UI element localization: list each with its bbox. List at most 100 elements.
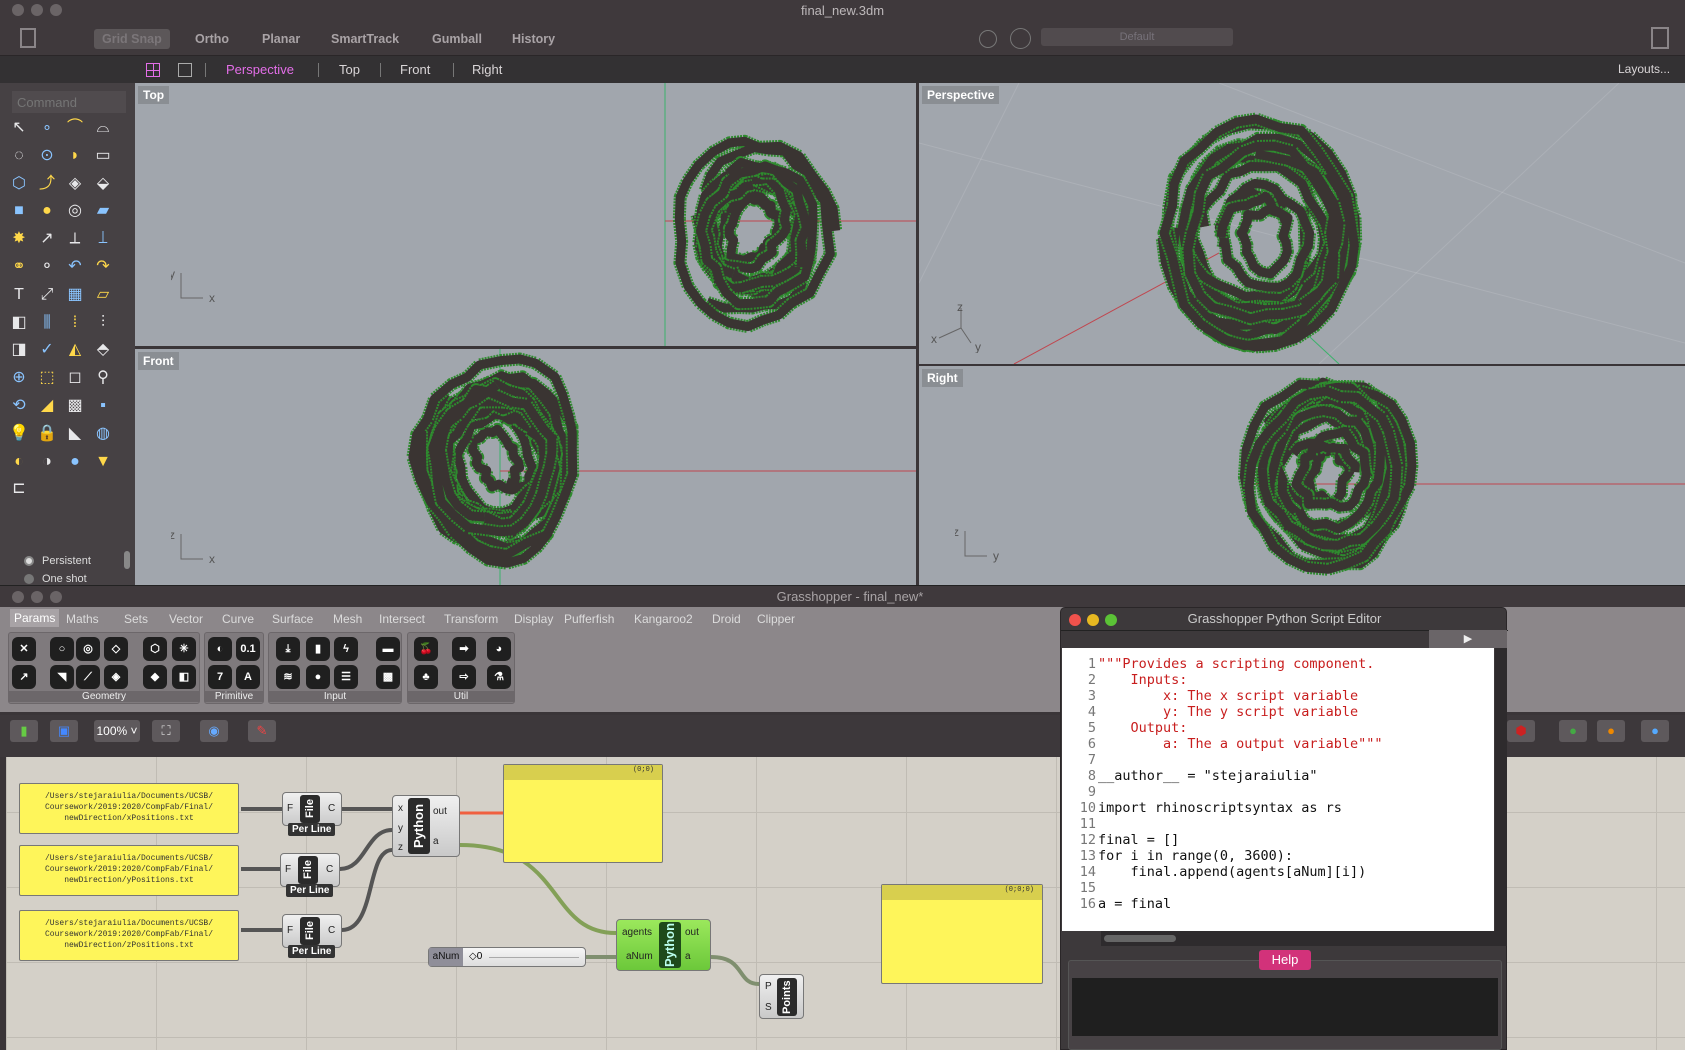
tool-icon[interactable]: ⌓ — [92, 117, 114, 139]
component-icon[interactable]: ▩ — [376, 665, 400, 689]
component-icon[interactable]: 7 — [208, 665, 232, 689]
output-out[interactable]: out — [433, 806, 447, 817]
sidebar-scrollbar[interactable] — [124, 551, 130, 569]
component-icon[interactable]: ◈ — [104, 665, 128, 689]
tool-icon[interactable]: ◻ — [64, 367, 86, 389]
output-a[interactable]: a — [433, 836, 439, 847]
component-icon[interactable]: ≋ — [276, 665, 300, 689]
preview-green-icon[interactable]: ● — [1559, 720, 1587, 742]
component-icon[interactable]: ◇ — [104, 637, 128, 661]
viewport-right[interactable]: Right zy — [919, 366, 1685, 585]
component-icon[interactable]: ϟ — [334, 637, 358, 661]
component-icon[interactable]: A — [236, 665, 260, 689]
component-icon[interactable]: ⇨ — [452, 665, 476, 689]
tool-icon[interactable]: ▱ — [92, 284, 114, 306]
tool-icon[interactable]: ⁞ — [64, 312, 86, 334]
component-icon[interactable]: ♣ — [414, 665, 438, 689]
number-slider[interactable]: aNum ◇0 — [428, 947, 586, 967]
output-out[interactable]: out — [685, 927, 699, 938]
component-icon[interactable]: ✕ — [12, 637, 36, 661]
tool-icon[interactable]: ◎ — [64, 200, 86, 222]
gh-tab-droid[interactable]: Droid — [712, 612, 741, 626]
component-icon[interactable]: ⤓ — [276, 637, 300, 661]
tool-icon[interactable]: ◧ — [8, 312, 30, 334]
input-agents[interactable]: agents — [622, 927, 652, 938]
osnap-icon[interactable] — [979, 30, 997, 48]
component-icon[interactable]: ◕ — [487, 637, 511, 661]
output-panel-1[interactable]: (0;0) — [503, 764, 663, 863]
command-input[interactable] — [12, 91, 126, 113]
horizontal-scrollbar[interactable] — [1101, 931, 1507, 946]
tool-icon[interactable]: ⬡ — [8, 173, 30, 195]
component-icon[interactable]: ◧ — [172, 665, 196, 689]
gumball-toggle[interactable]: Gumball — [424, 29, 490, 49]
tool-icon[interactable]: T — [8, 284, 30, 306]
viewport-perspective[interactable]: Perspective z x y — [919, 83, 1685, 364]
open-file-icon[interactable]: ▮ — [10, 720, 38, 742]
tab-right[interactable]: Right — [472, 62, 502, 77]
tool-icon[interactable]: ▼ — [92, 451, 114, 473]
gh-tab-clipper[interactable]: Clipper — [757, 612, 795, 626]
tool-icon[interactable]: ↶ — [64, 256, 86, 278]
tool-icon[interactable]: ∘ — [36, 117, 58, 139]
component-icon[interactable]: ● — [306, 665, 330, 689]
tool-icon[interactable]: ⟂ — [64, 228, 86, 250]
sidebar-toggle-icon[interactable] — [20, 28, 36, 48]
gh-tab-display[interactable]: Display — [514, 612, 553, 626]
tool-icon[interactable]: ◌ — [8, 145, 30, 167]
gh-tab-params[interactable]: Params — [10, 609, 60, 627]
zoom-extents-icon[interactable]: ⛶ — [152, 720, 180, 742]
one-shot-radio[interactable] — [24, 574, 34, 584]
viewport-front[interactable]: Front zx — [135, 349, 916, 585]
smarttrack-toggle[interactable]: SmartTrack — [323, 29, 407, 49]
tool-icon[interactable]: ● — [64, 451, 86, 473]
tool-icon[interactable]: ◐ — [8, 451, 30, 473]
gh-tab-surface[interactable]: Surface — [272, 612, 313, 626]
input-f[interactable]: F — [287, 803, 293, 814]
preview-eye-icon[interactable]: ◉ — [200, 720, 228, 742]
input-anum[interactable]: aNum — [626, 951, 653, 962]
component-icon[interactable]: ◐ — [208, 637, 232, 661]
gh-tab-mesh[interactable]: Mesh — [333, 612, 362, 626]
tool-icon[interactable]: ⫶ — [92, 312, 114, 334]
component-icon[interactable]: ⬡ — [143, 637, 167, 661]
component-icon[interactable]: ○ — [50, 637, 74, 661]
tool-icon[interactable]: ▰ — [92, 200, 114, 222]
file-path-panel-y[interactable]: /Users/stejaraiulia/Documents/UCSB/ Cour… — [19, 845, 239, 896]
tool-icon[interactable]: ⊙ — [36, 145, 58, 167]
code-area[interactable]: 1 """Provides a scripting component. 2 Inp… — [1062, 648, 1494, 931]
tool-icon[interactable]: ✸ — [8, 228, 30, 250]
scrollbar-thumb[interactable] — [1104, 935, 1176, 942]
tool-icon[interactable]: ↗ — [36, 228, 58, 250]
gh-tab-maths[interactable]: Maths — [66, 612, 99, 626]
slider-track[interactable] — [489, 957, 579, 958]
tool-icon[interactable]: ⬘ — [92, 339, 114, 361]
tool-icon[interactable]: ● — [36, 200, 58, 222]
grid-snap-toggle[interactable]: Grid Snap — [94, 29, 170, 49]
tool-icon[interactable]: ◢ — [36, 395, 58, 417]
tab-top[interactable]: Top — [339, 62, 360, 77]
output-c[interactable]: C — [328, 803, 335, 814]
panel-toggle-icon[interactable] — [1651, 27, 1669, 49]
input-f[interactable]: F — [285, 864, 291, 875]
tool-icon[interactable]: ◭ — [64, 339, 86, 361]
tab-front[interactable]: Front — [400, 62, 430, 77]
read-file-component[interactable]: F File C Per Line — [282, 914, 342, 958]
output-a[interactable]: a — [685, 951, 691, 962]
tool-icon[interactable]: ▩ — [64, 395, 86, 417]
zoom-dropdown[interactable]: 100% ˅ — [94, 720, 140, 742]
sketch-pen-icon[interactable]: ✎ — [248, 720, 276, 742]
component-icon[interactable]: ▮ — [306, 637, 330, 661]
component-icon[interactable]: ☰ — [334, 665, 358, 689]
preview-red-icon[interactable]: ⬢ — [1507, 720, 1535, 742]
history-toggle[interactable]: History — [504, 29, 563, 49]
vertical-scrollbar[interactable] — [1495, 648, 1507, 931]
input-x[interactable]: x — [398, 803, 403, 814]
help-button[interactable]: Help — [1259, 950, 1311, 970]
tool-icon[interactable]: ⚭ — [8, 256, 30, 278]
tool-icon[interactable]: ⚲ — [92, 367, 114, 389]
gh-tab-kangaroo2[interactable]: Kangaroo2 — [634, 612, 693, 626]
tool-icon[interactable]: ⬚ — [36, 367, 58, 389]
component-icon[interactable]: 0.1 — [236, 637, 260, 661]
layer-dropdown[interactable]: Default — [1041, 28, 1233, 46]
